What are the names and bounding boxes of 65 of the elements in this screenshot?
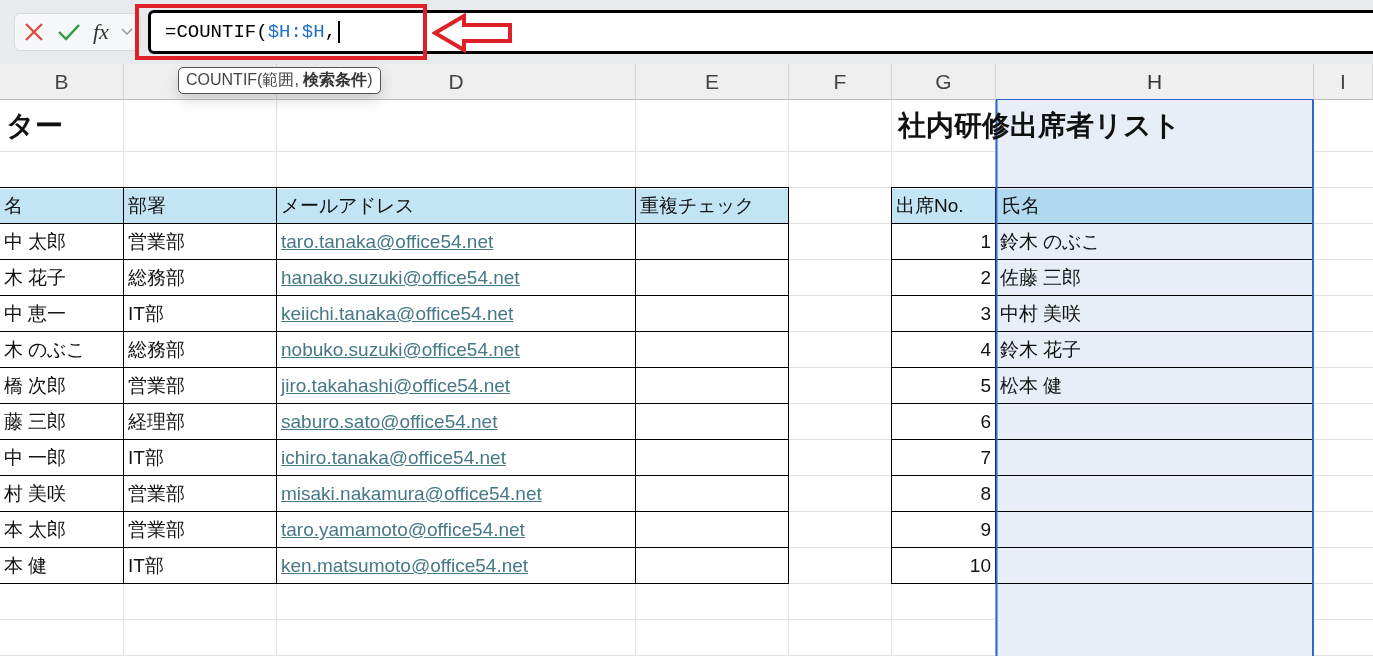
- table-cell-text: 営業部: [128, 230, 185, 254]
- column-header[interactable]: B: [0, 64, 124, 100]
- table-cell-text: IT部: [128, 446, 164, 470]
- table-cell: 4: [980, 339, 991, 361]
- column-header[interactable]: F: [789, 64, 892, 100]
- table-cell: 5: [980, 375, 991, 397]
- formula-field[interactable]: =COUNTIF($H:$H,: [148, 10, 1373, 54]
- table-cell-text: 本 健: [4, 554, 48, 578]
- table-cell-text: 営業部: [128, 518, 185, 542]
- table-cell-text: 橋 次郎: [4, 374, 67, 398]
- email-link[interactable]: ken.matsumoto@office54.net: [281, 555, 529, 577]
- table-cell-text: 村 美咲: [4, 482, 67, 506]
- table-cell: 10: [969, 555, 991, 577]
- function-tooltip: COUNTIF(範囲, 検索条件): [178, 67, 381, 94]
- table-cell-text: 松本 健: [1000, 374, 1063, 398]
- table-header: 重複チェック: [636, 189, 788, 223]
- table-header: 出席No.: [892, 189, 995, 223]
- table-cell-text: 中村 美咲: [1000, 302, 1082, 326]
- table-cell-text: 営業部: [128, 374, 185, 398]
- table-cell-text: 中 恵一: [4, 302, 67, 326]
- email-link[interactable]: taro.tanaka@office54.net: [281, 231, 494, 253]
- table-cell: 8: [980, 483, 991, 505]
- email-link[interactable]: saburo.sato@office54.net: [281, 411, 498, 433]
- column-header[interactable]: I: [1314, 64, 1373, 100]
- check-icon[interactable]: [57, 22, 81, 42]
- email-link[interactable]: nobuko.suzuki@office54.net: [281, 339, 520, 361]
- column-header[interactable]: G: [892, 64, 996, 100]
- table-cell-text: 本 太郎: [4, 518, 67, 542]
- table-cell-text: 藤 三郎: [4, 410, 67, 434]
- table-cell-text: 鈴木 花子: [1000, 338, 1082, 362]
- email-link[interactable]: taro.yamamoto@office54.net: [281, 519, 525, 541]
- table-header: 部署: [124, 189, 276, 223]
- table-cell-text: 木 花子: [4, 266, 67, 290]
- table-cell-text: 総務部: [128, 266, 185, 290]
- table-cell-text: IT部: [128, 302, 164, 326]
- table-cell: 2: [980, 267, 991, 289]
- table-cell-text: 木 のぶこ: [4, 338, 86, 362]
- insert-function-button[interactable]: fx: [93, 21, 109, 43]
- table-cell-text: 佐藤 三郎: [1000, 266, 1082, 290]
- table-cell-text: 営業部: [128, 482, 185, 506]
- arrow-icon: [432, 13, 514, 53]
- table-header: 氏名: [998, 189, 1312, 223]
- table-cell-text: 中 太郎: [4, 230, 67, 254]
- table-cell-text: 鈴木 のぶこ: [1000, 230, 1101, 254]
- table-header: 名: [0, 189, 123, 223]
- table-cell: 7: [980, 447, 991, 469]
- table-cell: 9: [980, 519, 991, 541]
- cancel-icon[interactable]: [23, 21, 45, 43]
- table-cell-text: 総務部: [128, 338, 185, 362]
- email-link[interactable]: hanako.suzuki@office54.net: [281, 267, 520, 289]
- table-cell: 1: [980, 231, 991, 253]
- column-header[interactable]: H: [996, 64, 1314, 100]
- table-cell: 3: [980, 303, 991, 325]
- table-header: メールアドレス: [277, 189, 635, 223]
- email-link[interactable]: keiichi.tanaka@office54.net: [281, 303, 514, 325]
- table-cell-text: 中 一郎: [4, 446, 67, 470]
- table-cell-text: IT部: [128, 554, 164, 578]
- email-link[interactable]: jiro.takahashi@office54.net: [281, 375, 511, 397]
- email-link[interactable]: ichiro.tanaka@office54.net: [281, 447, 506, 469]
- table-cell-text: 経理部: [128, 410, 185, 434]
- sheet-title: ター: [6, 109, 63, 143]
- email-link[interactable]: misaki.nakamura@office54.net: [281, 483, 542, 505]
- chevron-down-icon[interactable]: [120, 28, 133, 36]
- column-header[interactable]: E: [636, 64, 789, 100]
- table-cell: 6: [980, 411, 991, 433]
